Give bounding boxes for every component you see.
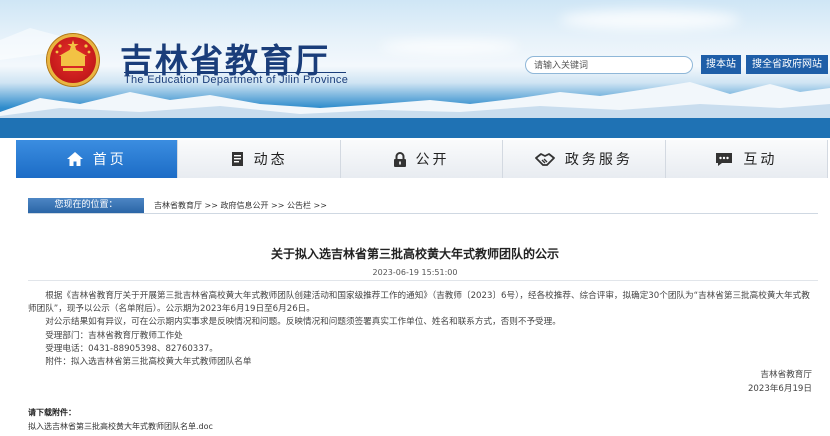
divider <box>28 280 818 281</box>
nav-item-label: 互动 <box>743 152 778 168</box>
signature-org: 吉林省教育厅 <box>760 370 812 380</box>
nav-item-news[interactable]: 动态 <box>178 140 341 178</box>
breadcrumb-label: 您现在的位置： <box>28 198 144 213</box>
handshake-icon <box>535 153 555 166</box>
article-paragraph: 对公示结果如有异议，可在公示期内实事求是反映情况和问题。反映情况和问题须签署真实… <box>28 317 561 328</box>
national-emblem-icon <box>47 34 99 86</box>
home-icon <box>66 152 83 166</box>
document-icon <box>231 152 243 166</box>
nav-item-home[interactable]: 首页 <box>16 140 179 178</box>
search-site-button[interactable]: 搜本站 <box>701 55 741 74</box>
search-all-gov-button[interactable]: 搜全省政府网站 <box>746 55 828 74</box>
article-date: 2023-06-19 15:51:00 <box>372 268 458 277</box>
site-subtitle: The Education Department of Jilin Provin… <box>124 74 349 86</box>
chat-icon <box>716 152 733 166</box>
nav-item-label: 政务服务 <box>564 152 633 168</box>
signature-date: 2023年6月19日 <box>747 384 812 394</box>
nav-item-label: 首页 <box>92 152 127 168</box>
nav-item-public[interactable]: 公开 <box>340 140 504 178</box>
nav-item-services[interactable]: 政务服务 <box>503 140 666 178</box>
download-title: 请下载附件： <box>28 408 76 417</box>
article-body: 根据《吉林省教育厅关于开展第三批吉林省高校黄大年式教师团队创建活动和国家级推荐工… <box>28 290 812 369</box>
search-input[interactable]: 请输入关键词 <box>525 56 693 74</box>
title-divider <box>124 72 346 73</box>
attachment-link[interactable]: 拟入选吉林省第三批高校黄大年式教师团队名单.doc <box>28 421 213 432</box>
breadcrumb: 您现在的位置： 吉林省教育厅 >> 政府信息公开 >> 公告栏 >> <box>28 198 818 214</box>
header-banner: 吉林省教育厅 The Education Department of Jilin… <box>0 0 830 138</box>
article-title: 关于拟入选吉林省第三批高校黄大年式教师团队的公示 <box>270 247 559 261</box>
article-paragraph: 受理电话：0431-88905398、82760337。 <box>28 343 218 354</box>
main-nav: 首页 动态 公开 政务服务 互动 <box>16 140 829 178</box>
article-paragraph: 受理部门：吉林省教育厅教师工作处 <box>28 330 183 341</box>
nav-item-label: 公开 <box>415 152 450 168</box>
lock-icon <box>393 151 406 167</box>
article-attachment-note: 附件：拟入选吉林省第三批高校黄大年式教师团队名单 <box>28 357 252 368</box>
breadcrumb-path[interactable]: 吉林省教育厅 >> 政府信息公开 >> 公告栏 >> <box>154 198 327 213</box>
nav-item-label: 动态 <box>253 152 288 168</box>
article-paragraph: 根据《吉林省教育厅关于开展第三批吉林省高校黄大年式教师团队创建活动和国家级推荐工… <box>28 291 810 315</box>
nav-item-interaction[interactable]: 互动 <box>665 140 829 178</box>
